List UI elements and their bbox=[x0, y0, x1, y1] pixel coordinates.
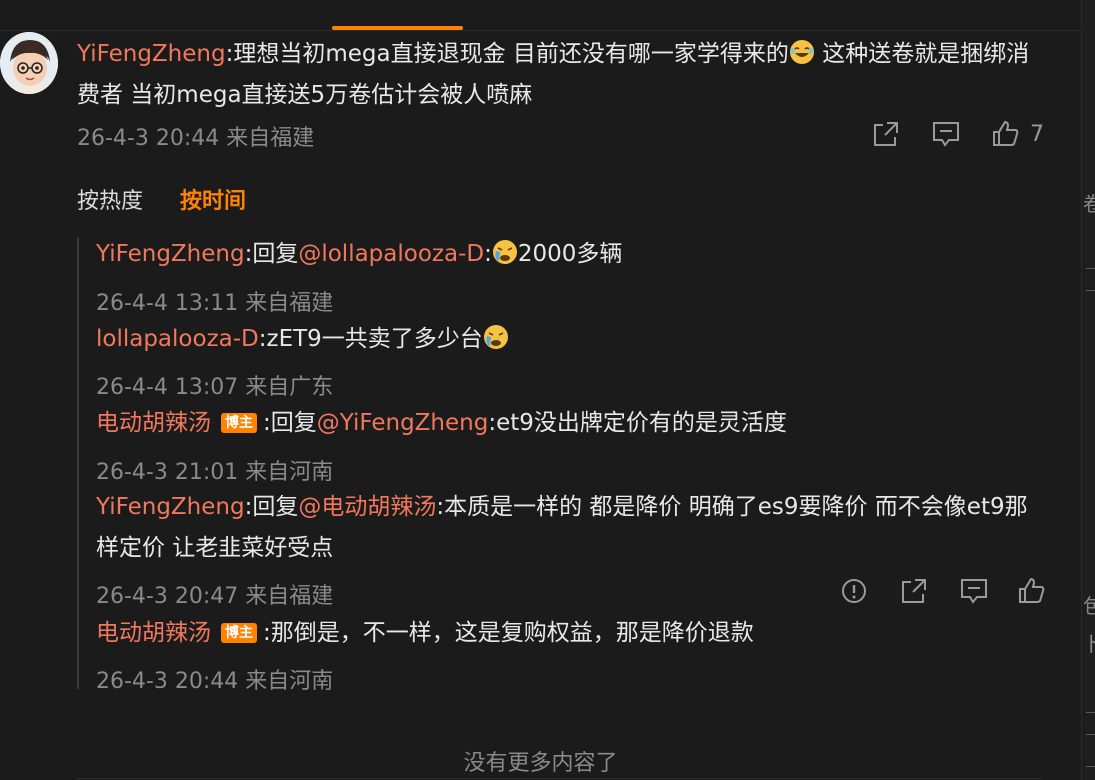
reply-mention[interactable]: @电动胡辣汤 bbox=[298, 494, 436, 520]
reply-username[interactable]: 电动胡辣汤 bbox=[96, 410, 211, 436]
reply-username[interactable]: YiFengZheng bbox=[96, 241, 245, 267]
replies-thread-line bbox=[77, 237, 83, 689]
active-tab-indicator bbox=[332, 26, 463, 30]
reply-username[interactable]: lollapalooza-D bbox=[96, 326, 259, 352]
side-panel-divider bbox=[1086, 290, 1095, 291]
reply-item: YiFengZheng:回复@电动胡辣汤:本质是一样的 都是降价 明确了es9要… bbox=[96, 494, 1028, 561]
reply-mention[interactable]: @lollapalooza-D bbox=[298, 241, 484, 267]
right-side-panel bbox=[1081, 0, 1095, 780]
sort-by-time[interactable]: 按时间 bbox=[180, 183, 246, 215]
reply-mention[interactable]: @YiFengZheng bbox=[317, 410, 489, 436]
reply-username[interactable]: 电动胡辣汤 bbox=[96, 620, 211, 646]
avatar[interactable] bbox=[0, 32, 58, 94]
side-panel-glyph: 卜 bbox=[1083, 632, 1095, 656]
side-panel-divider bbox=[1086, 712, 1095, 713]
like-icon bbox=[1016, 575, 1048, 607]
reply-item: 电动胡辣汤 博主:回复@YiFengZheng:et9没出牌定价有的是灵活度 bbox=[96, 410, 787, 436]
main-comment-text: YiFengZheng:理想当初mega直接退现金 目前还没有哪一家学得来的 这… bbox=[77, 34, 1037, 116]
side-panel-divider bbox=[1086, 268, 1095, 269]
top-tab-bar bbox=[0, 0, 1081, 31]
reply-meta: 26-4-4 13:07 来自广东 bbox=[96, 375, 334, 400]
reply-meta: 26-4-3 21:01 来自河南 bbox=[96, 460, 334, 485]
comment-button[interactable] bbox=[958, 575, 990, 607]
author-badge: 博主 bbox=[221, 413, 257, 433]
reply-item: lollapalooza-D:zET9一共卖了多少台 bbox=[96, 319, 1041, 360]
share-icon bbox=[898, 575, 930, 607]
side-panel-glyph: 卷 bbox=[1083, 192, 1095, 216]
bottom-divider bbox=[77, 778, 1042, 779]
like-count: 7 bbox=[1030, 121, 1044, 147]
reply-meta: 26-4-3 20:47 来自福建 bbox=[96, 584, 334, 609]
side-panel-divider bbox=[1086, 766, 1095, 767]
reply-item: YiFengZheng:回复@lollapalooza-D: 2000多辆 bbox=[96, 234, 1041, 275]
crying-face-emoji-icon bbox=[492, 238, 518, 264]
side-panel-divider bbox=[1086, 734, 1095, 735]
report-icon bbox=[838, 575, 870, 607]
sort-by-hot[interactable]: 按热度 bbox=[77, 183, 143, 215]
crying-face-emoji-icon bbox=[483, 323, 509, 349]
comment-meta: 26-4-3 20:44 来自福建 bbox=[77, 126, 315, 151]
end-of-list-text: 没有更多内容了 bbox=[463, 751, 618, 776]
comment-button[interactable] bbox=[930, 118, 962, 150]
comment-icon bbox=[958, 575, 990, 607]
reply-meta: 26-4-4 13:11 来自福建 bbox=[96, 291, 334, 316]
share-button[interactable] bbox=[870, 118, 902, 150]
comment-icon bbox=[930, 118, 962, 150]
laughing-tears-emoji-icon bbox=[789, 38, 815, 64]
comment-username[interactable]: YiFengZheng bbox=[77, 41, 226, 67]
sort-tabs: 按热度 按时间 bbox=[77, 183, 246, 215]
like-icon bbox=[990, 118, 1022, 150]
reply-item: 电动胡辣汤 博主:那倒是，不一样，这是复购权益，那是降价退款 bbox=[96, 620, 754, 646]
author-badge: 博主 bbox=[221, 623, 257, 643]
report-button[interactable] bbox=[838, 575, 870, 607]
like-button[interactable] bbox=[1016, 575, 1048, 607]
reply-meta: 26-4-3 20:44 来自河南 bbox=[96, 669, 334, 694]
like-button[interactable]: 7 bbox=[990, 118, 1044, 150]
share-icon bbox=[870, 118, 902, 150]
side-panel-glyph: 包 bbox=[1083, 594, 1095, 618]
share-button[interactable] bbox=[898, 575, 930, 607]
reply-username[interactable]: YiFengZheng bbox=[96, 494, 245, 520]
